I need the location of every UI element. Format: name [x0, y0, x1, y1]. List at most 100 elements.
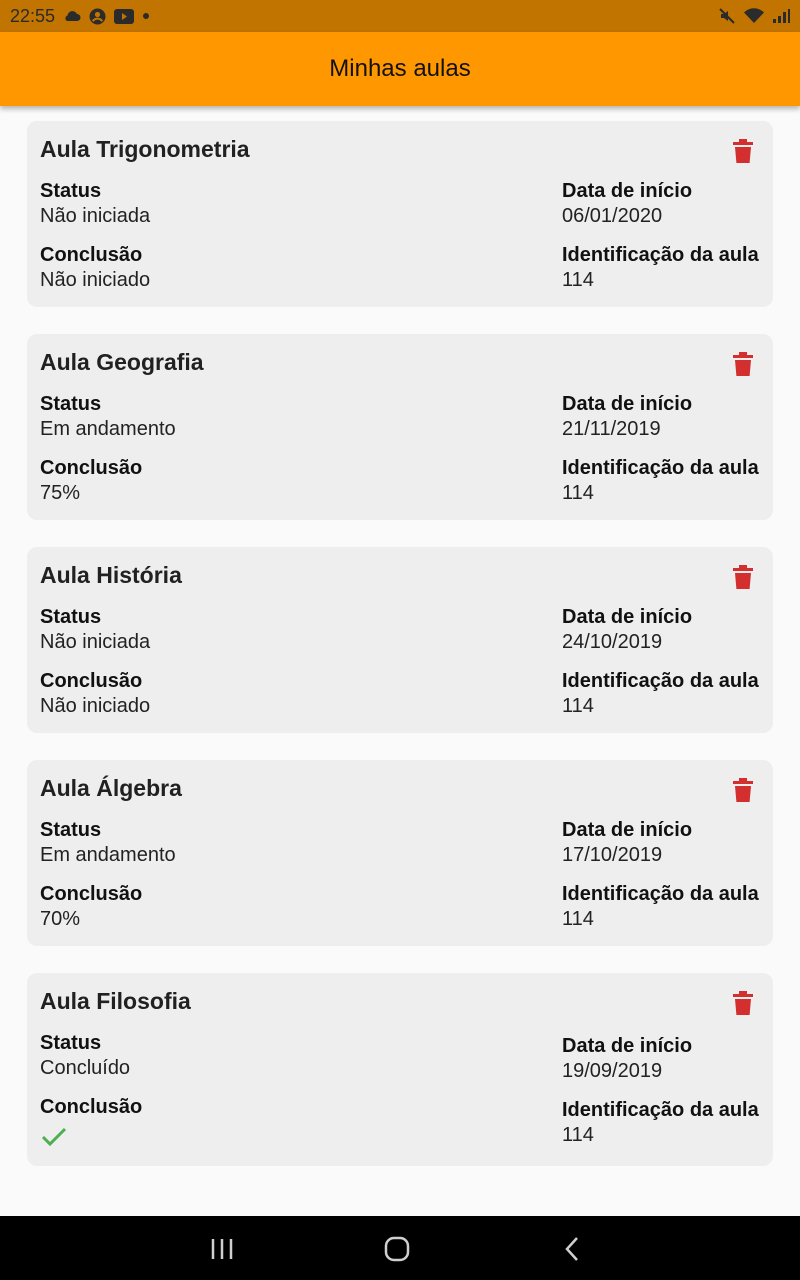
page-title: Minhas aulas: [329, 55, 471, 82]
class-card[interactable]: Aula Filosofia Status Concluído Data de …: [27, 973, 773, 1166]
conclusion-label: Conclusão: [40, 1096, 143, 1118]
delete-button[interactable]: [729, 988, 757, 1018]
class-id-label: Identificação da aula: [562, 670, 759, 692]
class-id-label: Identificação da aula: [562, 883, 759, 905]
status-bar: 22:55: [0, 0, 800, 32]
conclusion-field: Conclusão: [40, 1095, 142, 1148]
class-list: Aula Trigonometria Status Não iniciada D…: [27, 121, 773, 1193]
class-card[interactable]: Aula Álgebra Status Em andamento Data de…: [27, 760, 773, 946]
status-field: Status Em andamento: [40, 818, 176, 868]
status-bar-right: [718, 7, 790, 25]
trash-icon: [733, 778, 753, 802]
delete-button[interactable]: [729, 136, 757, 166]
start-date-field: Data de início 17/10/2019: [562, 818, 692, 868]
conclusion-value: Não iniciado: [40, 269, 151, 291]
recent-apps-button[interactable]: [202, 1234, 242, 1264]
app-bar: Minhas aulas: [0, 32, 800, 106]
class-id-label: Identificação da aula: [562, 1099, 759, 1121]
delete-button[interactable]: [729, 562, 757, 592]
start-date-value: 21/11/2019: [562, 418, 661, 440]
start-date-label: Data de início: [562, 393, 693, 415]
conclusion-label: Conclusão: [40, 883, 143, 905]
class-card[interactable]: Aula Trigonometria Status Não iniciada D…: [27, 121, 773, 307]
start-date-value: 19/09/2019: [562, 1060, 663, 1082]
status-label: Status: [40, 1032, 102, 1054]
class-id-value: 114: [562, 908, 594, 930]
class-id-value: 114: [562, 1124, 594, 1146]
class-card[interactable]: Aula História Status Não iniciada Data d…: [27, 547, 773, 733]
signal-icon: [772, 8, 790, 24]
status-label: Status: [40, 180, 102, 202]
start-date-field: Data de início 19/09/2019: [562, 1034, 692, 1084]
back-button[interactable]: [552, 1234, 592, 1264]
status-field: Status Não iniciada: [40, 605, 150, 655]
status-value: Concluído: [40, 1057, 131, 1079]
start-date-label: Data de início: [562, 819, 693, 841]
class-id-value: 114: [562, 482, 594, 504]
start-date-field: Data de início 06/01/2020: [562, 179, 692, 229]
conclusion-label: Conclusão: [40, 670, 143, 692]
cloud-icon: [63, 10, 81, 22]
class-id-label: Identificação da aula: [562, 457, 759, 479]
class-title: Aula Geografia: [40, 349, 204, 375]
trash-icon: [733, 139, 753, 163]
status-time: 22:55: [10, 5, 56, 26]
class-card[interactable]: Aula Geografia Status Em andamento Data …: [27, 334, 773, 520]
start-date-field: Data de início 24/10/2019: [562, 605, 692, 655]
conclusion-value: 75%: [40, 482, 81, 504]
navigation-bar: [0, 1216, 800, 1280]
class-title: Aula História: [40, 562, 182, 588]
class-id-field: Identificação da aula 114: [562, 669, 759, 719]
start-date-label: Data de início: [562, 1035, 693, 1057]
account-circle-icon: [89, 8, 106, 25]
start-date-field: Data de início 21/11/2019: [562, 392, 692, 442]
trash-icon: [733, 991, 753, 1015]
class-id-value: 114: [562, 695, 594, 717]
conclusion-field: Conclusão 70%: [40, 882, 142, 932]
status-value: Não iniciada: [40, 205, 151, 227]
class-id-field: Identificação da aula 114: [562, 456, 759, 506]
status-field: Status Concluído: [40, 1031, 130, 1081]
class-title: Aula Álgebra: [40, 775, 182, 801]
start-date-label: Data de início: [562, 180, 693, 202]
trash-icon: [733, 352, 753, 376]
dot-icon: [142, 12, 150, 20]
conclusion-label: Conclusão: [40, 244, 143, 266]
class-id-field: Identificação da aula 114: [562, 882, 759, 932]
status-value: Não iniciada: [40, 631, 151, 653]
youtube-icon: [114, 8, 135, 24]
conclusion-label: Conclusão: [40, 457, 143, 479]
start-date-value: 06/01/2020: [562, 205, 663, 227]
home-button[interactable]: [377, 1234, 417, 1264]
status-value: Em andamento: [40, 844, 176, 866]
back-icon: [565, 1237, 578, 1261]
status-field: Status Não iniciada: [40, 179, 150, 229]
status-label: Status: [40, 393, 102, 415]
conclusion-field: Conclusão Não iniciado: [40, 243, 150, 293]
trash-icon: [733, 565, 753, 589]
delete-button[interactable]: [729, 349, 757, 379]
class-title: Aula Filosofia: [40, 988, 191, 1014]
wifi-icon: [744, 8, 764, 24]
start-date-label: Data de início: [562, 606, 693, 628]
class-id-field: Identificação da aula 114: [562, 243, 759, 293]
status-field: Status Em andamento: [40, 392, 176, 442]
status-label: Status: [40, 819, 102, 841]
class-id-field: Identificação da aula 114: [562, 1098, 759, 1148]
status-bar-left: 22:55: [10, 6, 150, 27]
start-date-value: 17/10/2019: [562, 844, 663, 866]
class-title: Aula Trigonometria: [40, 136, 250, 162]
conclusion-field: Conclusão 75%: [40, 456, 142, 506]
recent-apps-icon: [211, 1239, 233, 1259]
conclusion-value: 70%: [40, 908, 81, 930]
home-icon: [384, 1236, 410, 1262]
conclusion-value: Não iniciado: [40, 695, 151, 717]
class-id-label: Identificação da aula: [562, 244, 759, 266]
conclusion-field: Conclusão Não iniciado: [40, 669, 150, 719]
check-icon: [41, 1127, 67, 1147]
mute-icon: [718, 7, 736, 25]
class-id-value: 114: [562, 269, 594, 291]
start-date-value: 24/10/2019: [562, 631, 663, 653]
status-value: Em andamento: [40, 418, 176, 440]
delete-button[interactable]: [729, 775, 757, 805]
